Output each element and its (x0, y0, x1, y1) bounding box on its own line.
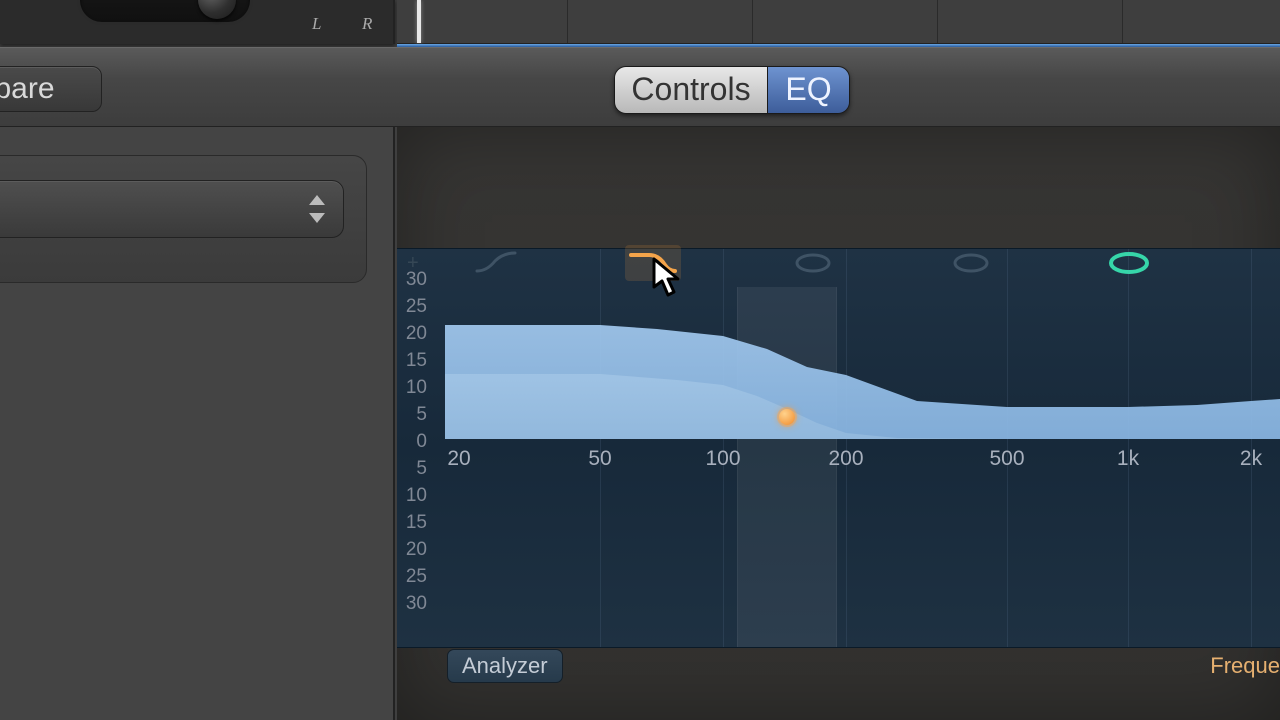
graph-footer: Analyzer Freque (397, 647, 1280, 687)
eq-panel: + (397, 127, 1280, 720)
y-tick: 0 (401, 431, 427, 453)
timeline-tick (937, 0, 938, 43)
x-tick: 50 (588, 447, 611, 471)
x-tick: 20 (447, 447, 470, 471)
arrange-strip: L R (0, 0, 1280, 44)
pan-slider[interactable] (80, 0, 250, 22)
x-tick: 200 (828, 447, 863, 471)
y-tick: 30 (401, 593, 427, 615)
analyzer-button[interactable]: Analyzer (447, 649, 563, 683)
inspector-panel (0, 127, 395, 720)
x-tick: 1k (1117, 447, 1139, 471)
x-tick: 500 (989, 447, 1024, 471)
x-tick: 2k (1240, 447, 1262, 471)
y-tick: 5 (401, 458, 427, 480)
view-segmented-control: Controls EQ (614, 66, 850, 114)
playhead[interactable] (417, 0, 421, 43)
timeline-tick (752, 0, 753, 43)
preset-box (0, 155, 367, 283)
y-tick: 25 (401, 296, 427, 318)
eq-graph[interactable]: + (397, 248, 1280, 648)
pan-l-label: L (312, 14, 321, 34)
y-tick: 25 (401, 566, 427, 588)
tab-eq[interactable]: EQ (767, 67, 849, 113)
y-tick: 20 (401, 323, 427, 345)
y-tick: 20 (401, 539, 427, 561)
inspector-top: L R (0, 0, 395, 44)
x-tick: 100 (705, 447, 740, 471)
y-tick: 30 (401, 269, 427, 291)
freq-readout-label: Freque (1210, 653, 1280, 679)
plugin-header: mpare Controls EQ (0, 47, 1280, 127)
timeline-tick (1122, 0, 1123, 43)
compare-button[interactable]: mpare (0, 66, 102, 112)
timeline[interactable] (397, 0, 1280, 44)
y-tick: 5 (401, 404, 427, 426)
pan-r-label: R (362, 14, 372, 34)
preset-select[interactable] (0, 180, 344, 238)
y-tick: 10 (401, 485, 427, 507)
mouse-cursor-icon (651, 257, 683, 297)
y-tick: 15 (401, 512, 427, 534)
timeline-tick (567, 0, 568, 43)
tab-controls[interactable]: Controls (615, 67, 767, 113)
y-tick: 15 (401, 350, 427, 372)
y-tick: 10 (401, 377, 427, 399)
pan-thumb[interactable] (198, 0, 236, 19)
